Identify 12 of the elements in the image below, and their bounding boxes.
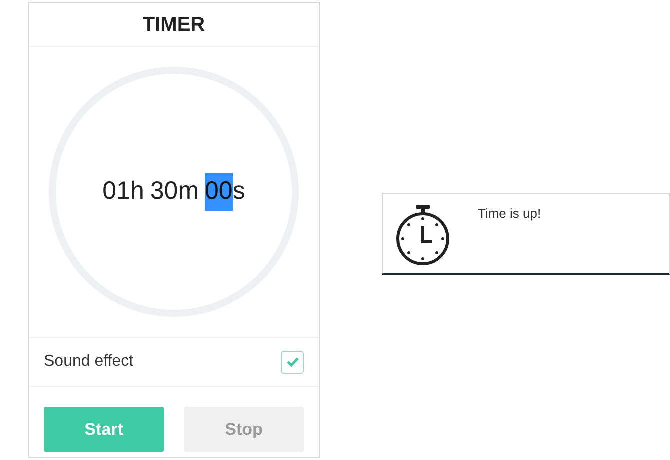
- time-unit: h: [130, 176, 144, 208]
- checkmark-icon: [286, 357, 298, 367]
- notification-message: Time is up!: [478, 205, 542, 223]
- time-value[interactable]: 00: [205, 173, 233, 211]
- time-value[interactable]: 01: [102, 173, 130, 211]
- stopwatch-icon: [394, 204, 452, 266]
- timer-title: TIMER: [142, 12, 206, 38]
- sound-effect-label: Sound effect: [44, 352, 134, 372]
- time-unit: s: [232, 176, 246, 208]
- time-unit: m: [178, 176, 200, 208]
- sound-effect-checkbox[interactable]: [281, 350, 304, 374]
- time-value[interactable]: 30: [150, 173, 178, 211]
